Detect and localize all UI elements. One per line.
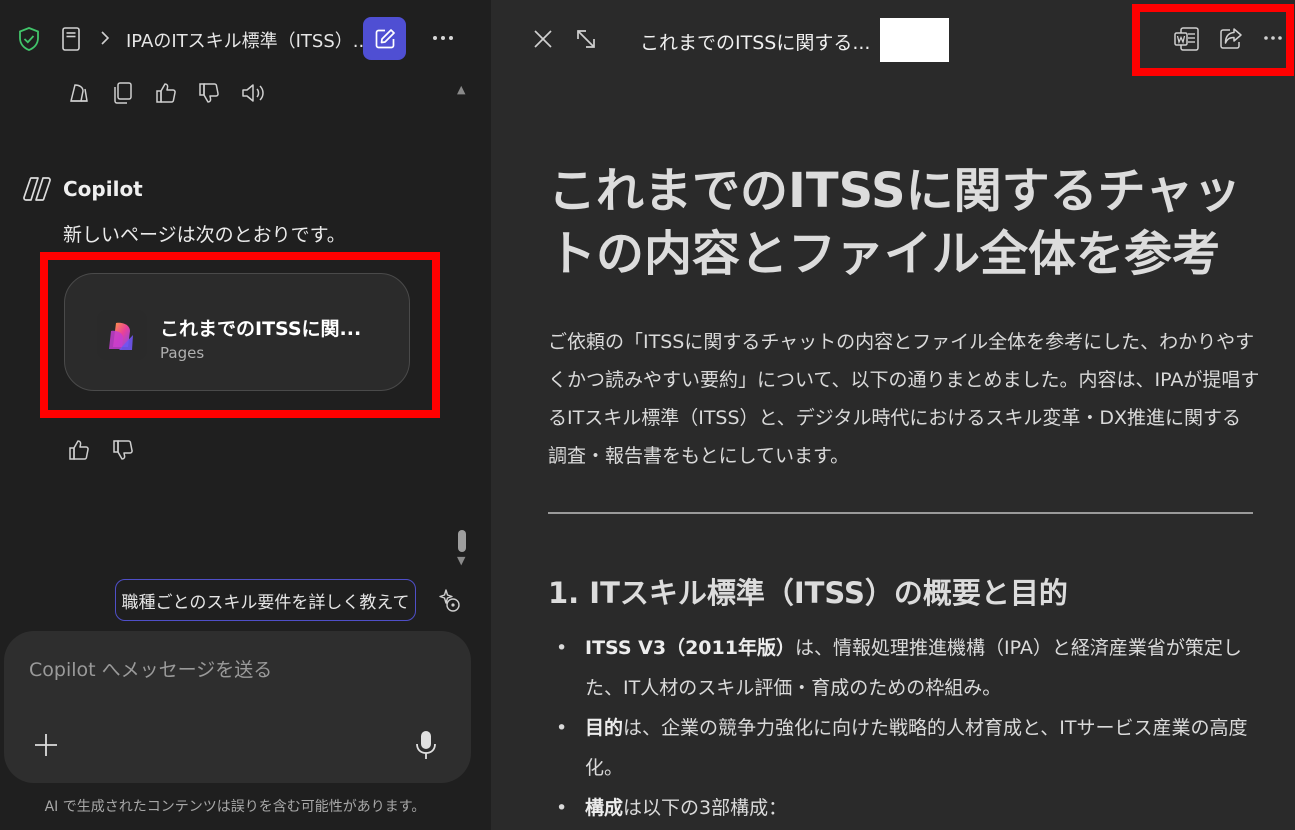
thumbs-down-icon[interactable]	[110, 437, 136, 463]
document-intro: ご依頼の「ITSSに関するチャットの内容とファイル全体を参考にした、わかりやすく…	[548, 331, 1260, 467]
list-item-bold: ITSS V3（2011年版）	[585, 637, 795, 659]
scroll-up-arrow[interactable]: ▲	[457, 83, 465, 96]
suggestion-chip[interactable]: 職種ごとのスキル要件を詳しく教えて	[115, 579, 416, 621]
microphone-icon[interactable]	[412, 729, 440, 761]
list-item-bold: 構成	[585, 797, 624, 819]
copy-icon[interactable]	[110, 80, 136, 106]
thumbs-up-icon[interactable]	[66, 437, 92, 463]
more-options-icon[interactable]	[430, 28, 456, 48]
message-composer	[4, 631, 471, 783]
scroll-down-arrow[interactable]: ▼	[457, 554, 465, 567]
breadcrumb[interactable]: IPAのITスキル標準（ITSS）...	[126, 27, 370, 53]
copilot-chat-pane: IPAのITスキル標準（ITSS）... ▲ Copilot 新しいページは次の…	[0, 0, 491, 830]
more-options-icon[interactable]	[1260, 28, 1286, 48]
ai-disclaimer: AI で生成されたコンテンツは誤りを含む可能性があります。	[44, 799, 426, 815]
speaker-icon[interactable]	[239, 80, 267, 106]
word-export-icon[interactable]	[1173, 25, 1201, 53]
new-page-button[interactable]	[363, 17, 406, 60]
notebook-icon[interactable]	[60, 25, 82, 53]
edit-icon	[375, 28, 395, 48]
document-heading: これまでのITSSに関するチャットの内容とファイル全体を参考	[548, 163, 1242, 282]
section-heading: 1. ITスキル標準（ITSS）の概要と目的	[548, 576, 1068, 610]
redacted-area	[880, 18, 949, 62]
page-card-subtitle: Pages	[160, 344, 205, 362]
copilot-logo-icon	[21, 174, 53, 204]
expand-icon[interactable]	[574, 27, 598, 51]
page-card[interactable]: これまでのITSSに関... Pages	[64, 273, 410, 391]
thumbs-down-icon[interactable]	[196, 80, 222, 106]
shield-check-icon[interactable]	[17, 26, 41, 52]
page-card-title: これまでのITSSに関...	[160, 318, 362, 340]
copilot-name: Copilot	[63, 177, 143, 201]
list-item-text: は以下の3部構成：	[623, 797, 788, 819]
list-item-bold: 目的	[585, 717, 624, 739]
page-viewer-pane: これまでのITSSに関する... これまでのITSSに関するチャットの内容とファ…	[491, 0, 1295, 830]
share-icon[interactable]	[1217, 25, 1245, 53]
section-bullet-list: ITSS V3（2011年版）は、情報処理推進機構（IPA）と経済産業省が策定し…	[548, 628, 1260, 828]
sparkle-refresh-icon[interactable]	[434, 586, 464, 616]
list-item: 構成は以下の3部構成：	[548, 788, 1260, 828]
list-item: ITSS V3（2011年版）は、情報処理推進機構（IPA）と経済産業省が策定し…	[548, 628, 1260, 708]
add-icon[interactable]	[32, 731, 60, 759]
page-title: これまでのITSSに関する...	[640, 32, 871, 54]
pages-icon[interactable]	[66, 80, 92, 106]
chat-header: IPAのITスキル標準（ITSS）...	[0, 0, 491, 78]
close-icon[interactable]	[531, 27, 555, 51]
pages-app-icon	[97, 310, 147, 360]
divider	[548, 512, 1253, 514]
chevron-right-icon	[98, 28, 112, 48]
message-input[interactable]	[29, 655, 429, 685]
copilot-message: 新しいページは次のとおりです。	[63, 224, 346, 246]
list-item: 目的は、企業の競争力強化に向けた戦略的人材育成と、ITサービス産業の高度化。	[548, 708, 1260, 788]
thumbs-up-icon[interactable]	[153, 80, 179, 106]
list-item-text: は、企業の競争力強化に向けた戦略的人材育成と、ITサービス産業の高度化。	[585, 717, 1248, 779]
scrollbar-thumb[interactable]	[458, 530, 466, 552]
